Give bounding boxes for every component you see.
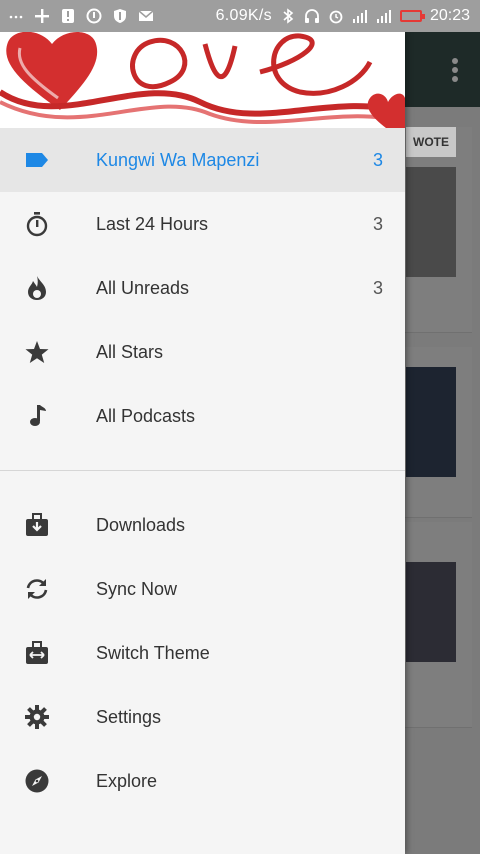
alert-icon [60, 8, 76, 24]
drawer-item-settings[interactable]: Settings [0, 685, 405, 749]
drawer-divider [0, 470, 405, 471]
card-banner: WOTE [406, 127, 456, 157]
article-card[interactable]: WOTE [400, 127, 472, 333]
drawer-item-all-unreads[interactable]: All Unreads 3 [0, 256, 405, 320]
more-options-icon[interactable] [452, 58, 458, 82]
unread-count: 3 [372, 149, 383, 170]
signal-icon [352, 8, 368, 24]
article-thumbnail [406, 562, 456, 662]
article-thumbnail [406, 167, 456, 277]
stopwatch-icon [24, 211, 50, 237]
drawer-item-downloads[interactable]: Downloads [0, 493, 405, 557]
drawer-item-last-24-hours[interactable]: Last 24 Hours 3 [0, 192, 405, 256]
alarm-icon [328, 8, 344, 24]
drawer-item-explore[interactable]: Explore [0, 749, 405, 813]
shield-icon [112, 8, 128, 24]
article-card[interactable] [400, 347, 472, 518]
unread-count: 3 [372, 213, 383, 234]
signal-3g-icon [376, 8, 392, 24]
clock: 20:23 [429, 7, 470, 24]
more-notifications-icon [8, 8, 24, 24]
vpn-icon [86, 8, 102, 24]
drawer-item-label: All Stars [96, 341, 164, 362]
flame-icon [24, 275, 50, 301]
drawer-item-switch-theme[interactable]: Switch Theme [0, 621, 405, 685]
drawer-item-label: Explore [96, 770, 158, 791]
drawer-item-all-podcasts[interactable]: All Podcasts [0, 384, 405, 448]
compass-icon [24, 768, 50, 794]
switch-theme-icon [24, 640, 50, 666]
drawer-item-kungwi-wa-mapenzi[interactable]: Kungwi Wa Mapenzi 3 [0, 128, 405, 192]
drawer-item-label: All Podcasts [96, 405, 196, 426]
status-bar: 6.09K/s 20:23 [0, 0, 480, 32]
drawer-header-image [0, 32, 405, 128]
sync-icon [24, 576, 50, 602]
drawer-item-label: Settings [96, 706, 162, 727]
drawer-item-sync-now[interactable]: Sync Now [0, 557, 405, 621]
music-note-icon [24, 403, 50, 429]
network-speed: 6.09K/s [215, 7, 272, 24]
drawer-item-label: All Unreads [96, 277, 190, 298]
label-tag-icon [24, 147, 50, 173]
article-thumbnail [406, 367, 456, 477]
drawer-item-label: Sync Now [96, 578, 178, 599]
download-case-icon [24, 512, 50, 538]
article-card[interactable] [400, 522, 472, 728]
drawer-item-label: Downloads [96, 514, 186, 535]
navigation-drawer: Kungwi Wa Mapenzi 3 Last 24 Hours 3 All … [0, 32, 405, 854]
unread-count: 3 [372, 277, 383, 298]
drawer-item-label: Kungwi Wa Mapenzi [96, 149, 260, 170]
battery-icon [399, 10, 425, 22]
drawer-item-all-stars[interactable]: All Stars [0, 320, 405, 384]
bluetooth-icon [280, 8, 296, 24]
headphones-icon [304, 8, 320, 24]
star-icon [24, 339, 50, 365]
drawer-item-label: Switch Theme [96, 642, 210, 663]
add-icon [34, 8, 50, 24]
mail-icon [138, 8, 154, 24]
gear-icon [24, 704, 50, 730]
drawer-item-label: Last 24 Hours [96, 213, 209, 234]
